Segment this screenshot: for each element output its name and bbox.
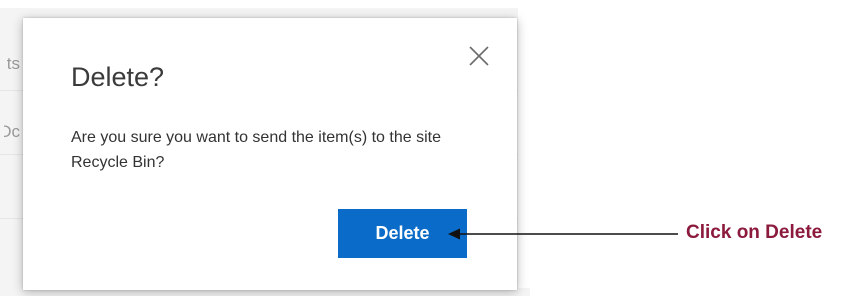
annotation-label: Click on Delete <box>686 222 823 243</box>
arrow-left-icon <box>446 224 682 249</box>
close-icon <box>463 40 495 72</box>
list-item-fragment: ts <box>6 54 20 73</box>
screenshot-stage: ts Dc Delete? Are you sure you want to s… <box>0 0 848 296</box>
list-item-fragment: Dc <box>4 122 20 141</box>
close-button[interactable] <box>463 40 495 72</box>
dialog-message: Are you sure you want to send the item(s… <box>71 129 441 171</box>
delete-dialog: Delete? Are you sure you want to send th… <box>23 18 517 290</box>
dialog-title: Delete? <box>71 62 165 92</box>
